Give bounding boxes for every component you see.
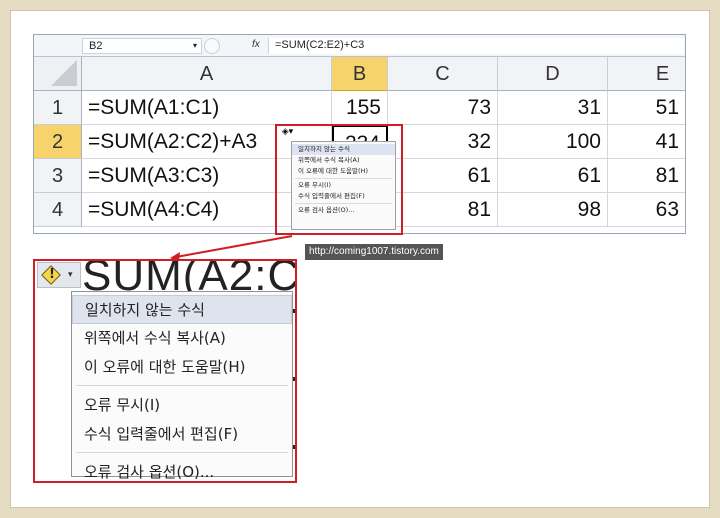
- cell-border-mark: [293, 445, 295, 449]
- menu-item-help[interactable]: 이 오류에 대한 도움말(H): [72, 353, 292, 382]
- menu-item-copy-from-above[interactable]: 위쪽에서 수식 복사(A): [72, 324, 292, 353]
- menu-item-error-options[interactable]: 오류 검사 옵션(O)...: [72, 458, 292, 481]
- error-check-menu: 일치하지 않는 수식 위쪽에서 수식 복사(A) 이 오류에 대한 도움말(H)…: [71, 291, 293, 481]
- zoom-view: SUM(A2:C ! ▾ 일치하지 않는 수식 위쪽에서 수식 복사(A) 이 …: [33, 259, 297, 483]
- menu-item-inconsistent-formula[interactable]: 일치하지 않는 수식: [72, 295, 292, 324]
- chevron-down-icon[interactable]: ▾: [68, 270, 73, 280]
- cell-border-mark: [293, 377, 295, 381]
- error-options-button[interactable]: ! ▾: [37, 262, 81, 288]
- cell-border-mark: [293, 309, 295, 313]
- exclamation-icon: !: [49, 267, 55, 282]
- menu-item-ignore-error[interactable]: 오류 무시(I): [72, 391, 292, 420]
- menu-item-edit-in-formula-bar[interactable]: 수식 입력줄에서 편집(F): [72, 420, 292, 449]
